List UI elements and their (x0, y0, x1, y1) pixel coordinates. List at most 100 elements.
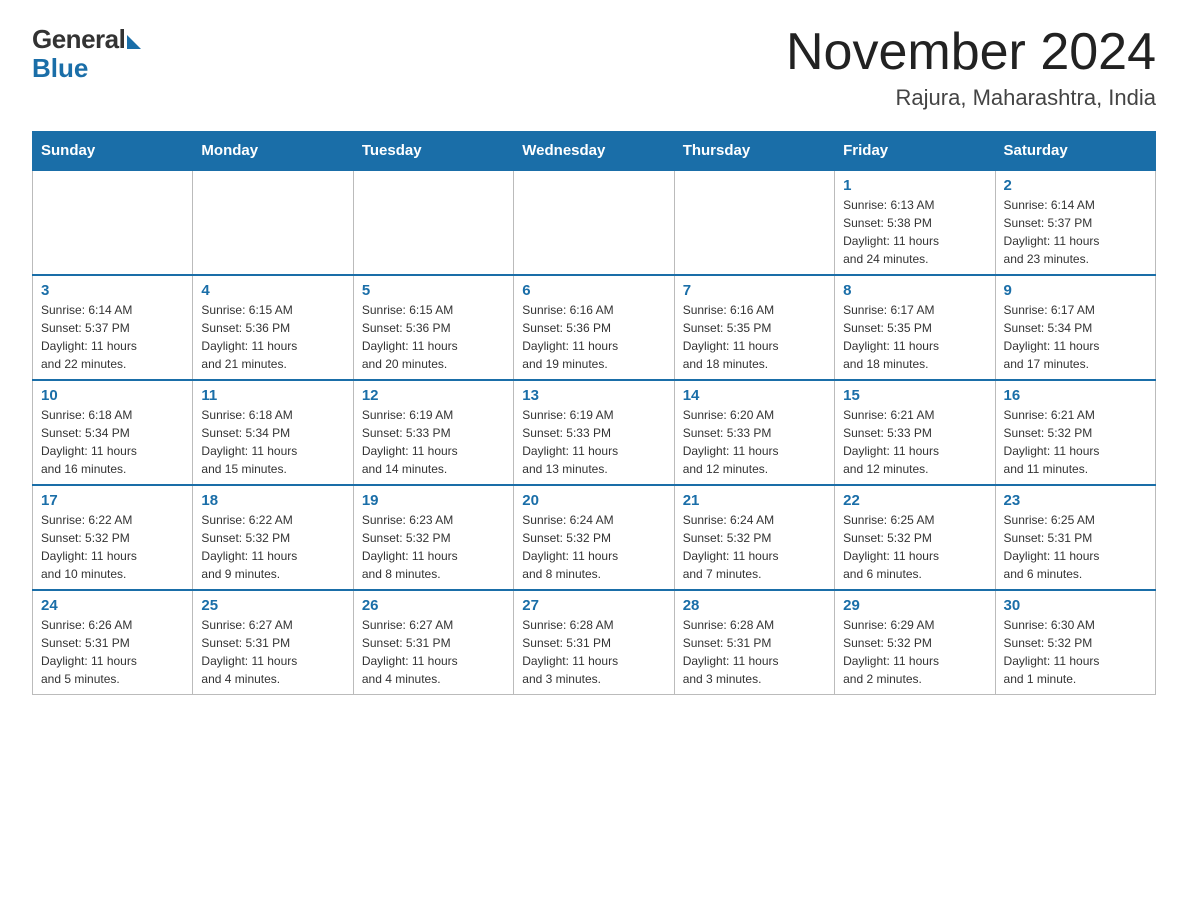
day-number: 14 (683, 387, 826, 404)
calendar-cell: 17 Sunrise: 6:22 AMSunset: 5:32 PMDayligh… (33, 485, 193, 590)
day-number: 22 (843, 492, 986, 509)
day-number: 7 (683, 282, 826, 299)
logo-blue-text: Blue (32, 53, 88, 84)
calendar-cell: 21 Sunrise: 6:24 AMSunset: 5:32 PMDayligh… (674, 485, 834, 590)
day-info: Sunrise: 6:29 AMSunset: 5:32 PMDaylight:… (843, 616, 986, 688)
logo: General Blue (32, 24, 141, 84)
day-number: 20 (522, 492, 665, 509)
day-info: Sunrise: 6:19 AMSunset: 5:33 PMDaylight:… (522, 406, 665, 478)
calendar-cell: 20 Sunrise: 6:24 AMSunset: 5:32 PMDayligh… (514, 485, 674, 590)
day-number: 24 (41, 597, 184, 614)
calendar-cell (33, 170, 193, 275)
calendar-cell: 15Sunrise: 6:21 AMSunset: 5:33 PMDayligh… (835, 380, 995, 485)
day-info: Sunrise: 6:26 AMSunset: 5:31 PMDaylight:… (41, 616, 184, 688)
calendar-cell: 29 Sunrise: 6:29 AMSunset: 5:32 PMDayligh… (835, 590, 995, 695)
calendar-cell: 13 Sunrise: 6:19 AMSunset: 5:33 PMDayligh… (514, 380, 674, 485)
week-row-2: 3 Sunrise: 6:14 AMSunset: 5:37 PMDaylight… (33, 275, 1156, 380)
calendar-cell: 5Sunrise: 6:15 AMSunset: 5:36 PMDaylight… (353, 275, 513, 380)
day-number: 10 (41, 387, 184, 404)
day-info: Sunrise: 6:21 AMSunset: 5:32 PMDaylight:… (1004, 406, 1147, 478)
day-number: 8 (843, 282, 986, 299)
day-number: 21 (683, 492, 826, 509)
day-info: Sunrise: 6:27 AMSunset: 5:31 PMDaylight:… (362, 616, 505, 688)
day-info: Sunrise: 6:24 AMSunset: 5:32 PMDaylight:… (683, 511, 826, 583)
day-info: Sunrise: 6:22 AMSunset: 5:32 PMDaylight:… (41, 511, 184, 583)
logo-triangle-icon (127, 35, 141, 49)
calendar-cell: 8 Sunrise: 6:17 AMSunset: 5:35 PMDaylight… (835, 275, 995, 380)
day-info: Sunrise: 6:14 AMSunset: 5:37 PMDaylight:… (41, 301, 184, 373)
column-header-tuesday: Tuesday (353, 132, 513, 171)
calendar-cell: 22 Sunrise: 6:25 AMSunset: 5:32 PMDayligh… (835, 485, 995, 590)
calendar-cell: 12Sunrise: 6:19 AMSunset: 5:33 PMDayligh… (353, 380, 513, 485)
day-info: Sunrise: 6:21 AMSunset: 5:33 PMDaylight:… (843, 406, 986, 478)
calendar-cell: 28 Sunrise: 6:28 AMSunset: 5:31 PMDayligh… (674, 590, 834, 695)
day-info: Sunrise: 6:13 AMSunset: 5:38 PMDaylight:… (843, 196, 986, 268)
calendar-cell: 26 Sunrise: 6:27 AMSunset: 5:31 PMDayligh… (353, 590, 513, 695)
day-info: Sunrise: 6:28 AMSunset: 5:31 PMDaylight:… (683, 616, 826, 688)
day-number: 28 (683, 597, 826, 614)
day-number: 4 (201, 282, 344, 299)
day-number: 9 (1004, 282, 1147, 299)
column-header-monday: Monday (193, 132, 353, 171)
day-info: Sunrise: 6:18 AMSunset: 5:34 PMDaylight:… (41, 406, 184, 478)
day-number: 2 (1004, 177, 1147, 194)
day-info: Sunrise: 6:23 AMSunset: 5:32 PMDaylight:… (362, 511, 505, 583)
day-number: 19 (362, 492, 505, 509)
calendar-cell: 7 Sunrise: 6:16 AMSunset: 5:35 PMDaylight… (674, 275, 834, 380)
calendar-cell: 30 Sunrise: 6:30 AMSunset: 5:32 PMDayligh… (995, 590, 1155, 695)
day-info: Sunrise: 6:18 AMSunset: 5:34 PMDaylight:… (201, 406, 344, 478)
column-header-saturday: Saturday (995, 132, 1155, 171)
calendar-cell: 16Sunrise: 6:21 AMSunset: 5:32 PMDayligh… (995, 380, 1155, 485)
day-info: Sunrise: 6:22 AMSunset: 5:32 PMDaylight:… (201, 511, 344, 583)
calendar-cell: 4Sunrise: 6:15 AMSunset: 5:36 PMDaylight… (193, 275, 353, 380)
calendar-cell: 23Sunrise: 6:25 AMSunset: 5:31 PMDayligh… (995, 485, 1155, 590)
day-info: Sunrise: 6:17 AMSunset: 5:35 PMDaylight:… (843, 301, 986, 373)
day-number: 26 (362, 597, 505, 614)
day-number: 13 (522, 387, 665, 404)
calendar-table: SundayMondayTuesdayWednesdayThursdayFrid… (32, 131, 1156, 695)
column-header-sunday: Sunday (33, 132, 193, 171)
day-info: Sunrise: 6:16 AMSunset: 5:36 PMDaylight:… (522, 301, 665, 373)
calendar-cell: 9 Sunrise: 6:17 AMSunset: 5:34 PMDaylight… (995, 275, 1155, 380)
location-title: Rajura, Maharashtra, India (786, 85, 1156, 111)
day-number: 11 (201, 387, 344, 404)
page-header: General Blue November 2024 Rajura, Mahar… (32, 24, 1156, 111)
day-number: 1 (843, 177, 986, 194)
calendar-cell (193, 170, 353, 275)
week-row-4: 17 Sunrise: 6:22 AMSunset: 5:32 PMDayligh… (33, 485, 1156, 590)
calendar-cell: 10 Sunrise: 6:18 AMSunset: 5:34 PMDayligh… (33, 380, 193, 485)
calendar-header-row: SundayMondayTuesdayWednesdayThursdayFrid… (33, 132, 1156, 171)
calendar-cell (514, 170, 674, 275)
day-info: Sunrise: 6:24 AMSunset: 5:32 PMDaylight:… (522, 511, 665, 583)
day-info: Sunrise: 6:16 AMSunset: 5:35 PMDaylight:… (683, 301, 826, 373)
day-info: Sunrise: 6:28 AMSunset: 5:31 PMDaylight:… (522, 616, 665, 688)
week-row-5: 24 Sunrise: 6:26 AMSunset: 5:31 PMDayligh… (33, 590, 1156, 695)
day-number: 12 (362, 387, 505, 404)
day-info: Sunrise: 6:17 AMSunset: 5:34 PMDaylight:… (1004, 301, 1147, 373)
day-info: Sunrise: 6:27 AMSunset: 5:31 PMDaylight:… (201, 616, 344, 688)
column-header-friday: Friday (835, 132, 995, 171)
calendar-cell: 3 Sunrise: 6:14 AMSunset: 5:37 PMDaylight… (33, 275, 193, 380)
week-row-1: 1 Sunrise: 6:13 AMSunset: 5:38 PMDaylight… (33, 170, 1156, 275)
title-section: November 2024 Rajura, Maharashtra, India (786, 24, 1156, 111)
day-number: 17 (41, 492, 184, 509)
day-info: Sunrise: 6:14 AMSunset: 5:37 PMDaylight:… (1004, 196, 1147, 268)
day-info: Sunrise: 6:25 AMSunset: 5:32 PMDaylight:… (843, 511, 986, 583)
column-header-thursday: Thursday (674, 132, 834, 171)
day-number: 3 (41, 282, 184, 299)
calendar-cell (674, 170, 834, 275)
day-info: Sunrise: 6:20 AMSunset: 5:33 PMDaylight:… (683, 406, 826, 478)
week-row-3: 10 Sunrise: 6:18 AMSunset: 5:34 PMDayligh… (33, 380, 1156, 485)
day-number: 5 (362, 282, 505, 299)
day-number: 30 (1004, 597, 1147, 614)
calendar-cell: 25Sunrise: 6:27 AMSunset: 5:31 PMDayligh… (193, 590, 353, 695)
day-number: 29 (843, 597, 986, 614)
day-number: 27 (522, 597, 665, 614)
day-info: Sunrise: 6:25 AMSunset: 5:31 PMDaylight:… (1004, 511, 1147, 583)
calendar-cell: 19 Sunrise: 6:23 AMSunset: 5:32 PMDayligh… (353, 485, 513, 590)
calendar-cell: 18Sunrise: 6:22 AMSunset: 5:32 PMDayligh… (193, 485, 353, 590)
column-header-wednesday: Wednesday (514, 132, 674, 171)
calendar-cell: 24 Sunrise: 6:26 AMSunset: 5:31 PMDayligh… (33, 590, 193, 695)
day-number: 6 (522, 282, 665, 299)
day-info: Sunrise: 6:30 AMSunset: 5:32 PMDaylight:… (1004, 616, 1147, 688)
